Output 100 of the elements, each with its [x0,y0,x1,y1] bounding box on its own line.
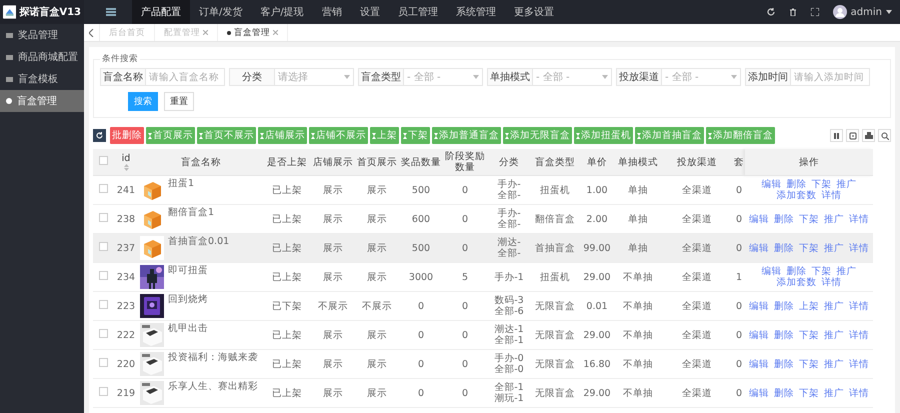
checkbox[interactable] [98,300,108,309]
toolbar-button[interactable]: 上架 [370,127,399,144]
action-link[interactable]: 推广 [824,358,844,370]
action-link[interactable]: 删除 [774,214,794,224]
avatar-icon[interactable] [832,5,847,19]
refresh-icon[interactable] [766,8,775,16]
search-button[interactable] [878,129,891,142]
action-link[interactable]: 详情 [849,358,870,370]
action-link[interactable]: 删除 [786,179,806,190]
chevron-left-icon[interactable] [89,28,94,36]
nav-item[interactable]: 营销 [312,0,351,24]
toolbar-button[interactable]: 添加首抽盲盒 [635,127,704,144]
action-link[interactable]: 编辑 [748,242,769,254]
checkbox[interactable] [98,213,108,222]
table-row[interactable]: 219 乐享人生、赛出精彩 已上架 展示 展示 0 0 全部-1 潮玩-1 无限盲盒 29.00 不单抽 全渠道 0 编辑 删除 下架 推广 详情 [93,378,873,408]
action-link[interactable]: 添加套数 [776,277,816,288]
fullscreen-icon[interactable] [810,8,819,16]
action-link[interactable]: 详情 [849,242,870,254]
nav-item[interactable]: 系统管理 [446,0,505,24]
action-link[interactable]: 下架 [812,266,832,277]
checkbox[interactable] [98,329,108,338]
table-row[interactable]: 220 投资福利：海贼来袭 已上架 展示 展示 0 0 手办-0 全部-0 无限盲盒 16.80 不单抽 全渠道 0 编辑 删除 下架 推广 详情 [93,350,873,378]
search-button[interactable]: 搜索 [128,92,158,111]
action-link[interactable]: 删除 [774,242,794,254]
nav-item[interactable]: 订单/发货 [190,0,252,24]
action-link[interactable]: 详情 [822,190,842,201]
nav-item[interactable]: 客户/提现 [251,0,313,24]
action-link[interactable]: 详情 [849,214,870,224]
action-link[interactable]: 下架 [812,179,832,190]
action-link[interactable]: 编辑 [761,266,782,277]
table-row[interactable]: 223 回到烧烤 已下架 不展示 不展示 0 0 数码-3 全部-6 无限盲盒 0.01 不单抽 全渠道 0 编辑 删除 上架 推广 详情 [93,292,873,320]
sidebar-item[interactable]: 商品商城配置 [0,46,84,68]
action-link[interactable]: 推广 [824,330,844,340]
action-link[interactable]: 上架 [799,300,819,312]
action-link[interactable]: 详情 [822,277,842,288]
table-row[interactable]: 234 即可扭蛋 已上架 展示 展示 3000 5 手办-1 扭蛋机 29.00 不单抽 全渠道 1 编辑 删除 下架 推广 添加套数 详情 [93,262,873,292]
columns-button[interactable] [830,129,843,142]
toolbar-button[interactable]: 添加扭蛋机 [574,127,633,144]
action-link[interactable]: 下架 [799,330,819,340]
nav-item[interactable]: 产品配置 [132,0,190,24]
action-link[interactable]: 推广 [824,214,844,224]
action-link[interactable]: 添加套数 [776,190,816,201]
action-link[interactable]: 推广 [836,179,857,190]
toolbar-button[interactable]: 店铺展示 [258,127,307,144]
action-link[interactable]: 推广 [824,388,844,398]
table-cell: 全渠道 [682,242,712,254]
action-link[interactable]: 删除 [786,266,806,277]
checkbox[interactable] [98,271,108,280]
toolbar-button[interactable]: 添加普通盲盒 [432,127,501,144]
toolbar-button[interactable]: 首页展示 [146,127,195,144]
trash-icon[interactable] [788,8,797,16]
toolbar-button[interactable]: 添加翻倍盲盒 [706,127,775,144]
action-link[interactable]: 编辑 [748,214,769,224]
action-link[interactable]: 删除 [774,388,794,398]
action-link[interactable]: 编辑 [761,179,782,190]
print-button[interactable] [862,129,875,142]
action-link[interactable]: 编辑 [748,330,769,340]
caret-icon[interactable] [886,10,892,14]
page-tab[interactable]: 盲盒管理 [218,24,288,41]
checkbox[interactable] [98,156,108,165]
action-link[interactable]: 下架 [799,358,819,370]
action-link[interactable]: 下架 [799,214,819,224]
export-button[interactable] [846,129,859,142]
checkbox[interactable] [98,184,108,193]
refresh-button[interactable] [93,129,106,142]
sidebar-item[interactable]: 盲盒模板 [0,68,84,90]
action-link[interactable]: 推广 [824,242,844,254]
action-link[interactable]: 删除 [774,358,794,370]
table-cell: 全渠道 [682,214,712,224]
action-link[interactable]: 详情 [849,300,870,312]
sidebar-item[interactable]: 盲盒管理 [0,90,84,112]
checkbox[interactable] [98,358,108,367]
checkbox[interactable] [98,387,108,396]
action-link[interactable]: 下架 [799,388,819,398]
nav-item[interactable]: 更多设置 [504,0,563,24]
toolbar-button[interactable]: 下架 [401,127,430,144]
action-link[interactable]: 删除 [774,300,794,312]
action-link[interactable]: 推广 [824,300,844,312]
menu-icon[interactable] [106,8,116,16]
nav-item[interactable]: 设置 [350,0,389,24]
action-link[interactable]: 编辑 [748,300,769,312]
toolbar-button[interactable]: 店铺不展示 [309,127,368,144]
user-name[interactable]: admin [850,6,882,18]
toolbar-button[interactable]: 添加无限盲盒 [503,127,572,144]
nav-item[interactable]: 员工管理 [388,0,447,24]
action-link[interactable]: 推广 [836,266,857,277]
table-row[interactable]: 241 扭蛋1 已上架 展示 展示 500 0 手办- 全部- 扭蛋机 1.00 单抽 全渠道 0 编辑 删除 下架 推广 添加套数 详情 [93,176,873,204]
action-link[interactable]: 编辑 [748,358,769,370]
table-row[interactable]: 222 机甲出击 已上架 展示 展示 0 0 潮达-1 全部-1 无限盲盒 29.00 不单抽 全渠道 0 编辑 删除 下架 推广 详情 [93,320,873,350]
action-link[interactable]: 删除 [774,330,794,340]
reset-button[interactable]: 重置 [164,92,194,111]
sidebar-item[interactable]: 奖品管理 [0,24,84,46]
table-row[interactable]: 237 首抽盲盒0.01 已上架 展示 展示 500 0 潮达- 全部- 首抽盲盒 99.00 单抽 全渠道 0 编辑 删除 下架 推广 详情 [93,234,873,262]
action-link[interactable]: 详情 [849,388,870,398]
action-link[interactable]: 下架 [799,242,819,254]
action-link[interactable]: 编辑 [748,388,769,398]
checkbox[interactable] [98,242,108,251]
toolbar-button[interactable]: 首页不展示 [197,127,256,144]
action-link[interactable]: 详情 [849,330,870,340]
toolbar-button[interactable]: 批删除 [110,127,144,144]
